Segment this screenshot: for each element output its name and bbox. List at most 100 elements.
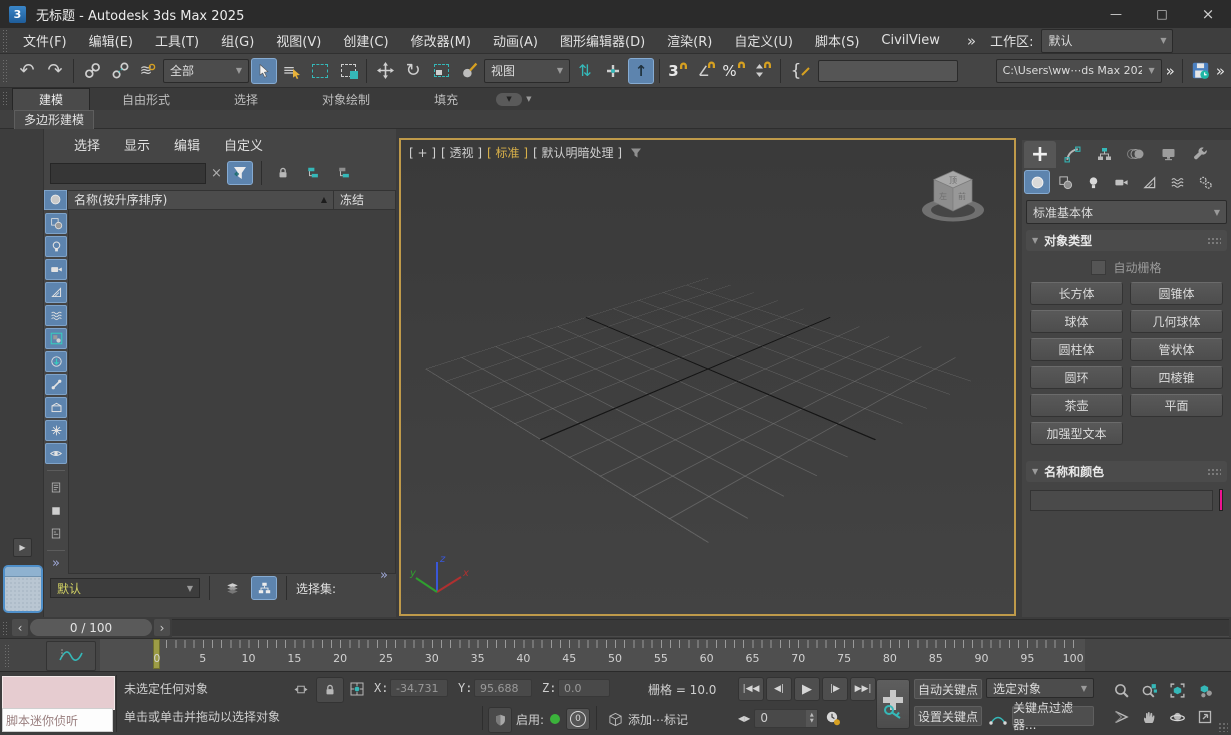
select-and-scale-button[interactable] (428, 58, 454, 84)
strip-overflow-chevron[interactable]: » (52, 556, 60, 571)
reference-coordinate-dropdown[interactable]: 视图 ▼ (484, 59, 570, 83)
viewport-shading-menu[interactable]: [ 默认明暗处理 ] (533, 144, 622, 161)
per-view-filter-icon[interactable] (630, 147, 642, 159)
mini-curve-editor-button[interactable] (46, 641, 96, 671)
z-coord-field[interactable]: 0.0 (558, 679, 610, 697)
add-marker-label[interactable]: 添加⋯标记 (628, 711, 688, 728)
explorer-menu-item[interactable]: 编辑 (162, 135, 212, 154)
viewport-standard-menu[interactable]: [ 标准 ] (487, 144, 528, 161)
go-to-end-button[interactable]: ▶▶| (850, 677, 876, 701)
isolate-selection-button[interactable] (288, 677, 314, 701)
previous-key-button[interactable]: ◀| (766, 677, 792, 701)
tab-utilities[interactable] (1184, 141, 1216, 168)
current-frame-field[interactable]: 0 ▲ ▼ (754, 709, 818, 728)
layer-manager-button[interactable] (219, 576, 245, 600)
time-configuration-button[interactable] (822, 706, 844, 730)
search-input[interactable] (50, 163, 206, 184)
perspective-viewport[interactable]: [ + ] [ 透视 ] [ 标准 ] [ 默认明暗处理 ] 顶 左 前 z x… (399, 138, 1016, 616)
maximize-viewport-toggle-button[interactable] (1192, 705, 1218, 729)
menu-overflow-chevron[interactable]: » (967, 32, 976, 50)
rollout-grip[interactable] (1207, 468, 1221, 476)
previous-frame-button[interactable]: ‹ (12, 619, 28, 636)
primitive-category-dropdown[interactable]: 标准基本体 ▼ (1026, 200, 1227, 224)
percent-snap-button[interactable]: % (721, 58, 747, 84)
rollout-grip[interactable] (1207, 237, 1221, 245)
window-crossing-toggle-button[interactable] (335, 58, 361, 84)
add-marker-cube-button[interactable] (602, 707, 628, 731)
orbit-button[interactable] (1164, 705, 1190, 729)
explorer-tool-square-button[interactable] (45, 500, 67, 521)
autogrid-checkbox[interactable] (1091, 260, 1106, 275)
menu-item[interactable]: 视图(V) (265, 31, 332, 50)
explorer-menu-item[interactable]: 显示 (112, 135, 162, 154)
lock-explorer-button[interactable] (270, 161, 296, 185)
toolbar-overflow-chevron[interactable]: » (1166, 62, 1175, 80)
category-cameras-button[interactable] (1108, 170, 1134, 194)
tab-display[interactable] (1152, 141, 1184, 168)
filter-button[interactable] (227, 161, 253, 185)
select-and-link-button[interactable] (79, 58, 105, 84)
named-selection-set-input[interactable] (818, 60, 958, 82)
select-by-name-button[interactable]: ≡ (279, 58, 305, 84)
filter-groups-button[interactable] (45, 328, 67, 349)
category-helpers-button[interactable] (1136, 170, 1162, 194)
explorer-tool-doc1-button[interactable] (45, 477, 67, 498)
selection-lock-button[interactable] (316, 677, 344, 703)
key-target-dropdown[interactable]: 选定对象 ▼ (986, 678, 1094, 698)
menu-item[interactable]: 组(G) (210, 31, 265, 50)
primitive-button[interactable]: 球体 (1030, 310, 1123, 333)
next-frame-button[interactable]: › (154, 619, 170, 636)
filter-shapes-button[interactable] (45, 213, 67, 234)
primitive-button[interactable]: 管状体 (1130, 338, 1223, 361)
explorer-menu-item[interactable]: 选择 (62, 135, 112, 154)
menu-item[interactable]: 自定义(U) (723, 31, 804, 50)
filter-spacewarps-button[interactable] (45, 305, 67, 326)
filter-helpers-button[interactable] (45, 282, 67, 303)
toolbar-overflow-chevron-2[interactable]: » (1216, 62, 1225, 80)
ribbon-minimize-button[interactable]: ▼ (496, 93, 522, 106)
category-systems-button[interactable] (1192, 170, 1218, 194)
viewcube[interactable]: 顶 左 前 (914, 158, 992, 236)
zoom-all-button[interactable] (1136, 678, 1162, 702)
ribbon-tab-selection[interactable]: 选择 (202, 91, 290, 108)
category-geometry-button[interactable] (1024, 170, 1050, 194)
scene-explorer-toggle-button[interactable] (251, 576, 277, 600)
object-name-input[interactable] (1030, 490, 1213, 511)
filter-xrefs-button[interactable] (45, 351, 67, 372)
primitive-button[interactable]: 茶壶 (1030, 394, 1123, 417)
menu-item[interactable]: 文件(F) (12, 31, 78, 50)
ribbon-tab-modeling[interactable]: 建模 (12, 88, 90, 110)
clear-search-icon[interactable]: × (211, 166, 222, 181)
unlink-selection-button[interactable] (107, 58, 133, 84)
tab-create[interactable]: + (1024, 141, 1056, 168)
primitive-button[interactable]: 平面 (1130, 394, 1223, 417)
trackbar-drag-handle[interactable] (4, 644, 10, 668)
bind-to-space-warp-button[interactable]: ≋ (135, 58, 161, 84)
maximize-button[interactable]: □ (1139, 0, 1185, 28)
security-shield-button[interactable] (488, 707, 512, 733)
category-lights-button[interactable] (1080, 170, 1106, 194)
ribbon-drag-handle[interactable] (2, 91, 8, 107)
time-slider-track[interactable] (172, 619, 1229, 637)
ribbon-panel-polygon-modeling[interactable]: 多边形建模 (14, 110, 94, 129)
ribbon-tab-populate[interactable]: 填充 (402, 91, 490, 108)
y-coord-field[interactable]: 95.688 (474, 679, 532, 697)
object-color-swatch[interactable] (1219, 489, 1223, 511)
toolbar-drag-handle[interactable] (2, 59, 8, 83)
set-key-button[interactable]: 设置关键点 (914, 706, 982, 726)
filter-containers-button[interactable] (45, 397, 67, 418)
absolute-offset-mode-button[interactable] (344, 677, 370, 701)
column-header-name[interactable]: 名称(按升序排序) ▲ (67, 190, 334, 210)
ribbon-tab-object-paint[interactable]: 对象绘制 (290, 91, 402, 108)
category-shapes-button[interactable] (1052, 170, 1078, 194)
pan-button[interactable] (1136, 705, 1162, 729)
ribbon-tab-freeform[interactable]: 自由形式 (90, 91, 202, 108)
next-key-button[interactable]: |▶ (822, 677, 848, 701)
menu-item[interactable]: 修改器(M) (400, 31, 482, 50)
key-mode-toggle[interactable]: ◀▶ (738, 714, 750, 723)
select-and-move-button[interactable] (372, 58, 398, 84)
menu-item[interactable]: 编辑(E) (78, 31, 144, 50)
angle-snap-button[interactable] (693, 58, 719, 84)
explorer-menu-item[interactable]: 自定义 (212, 135, 275, 154)
zoom-extents-all-button[interactable] (1192, 678, 1218, 702)
